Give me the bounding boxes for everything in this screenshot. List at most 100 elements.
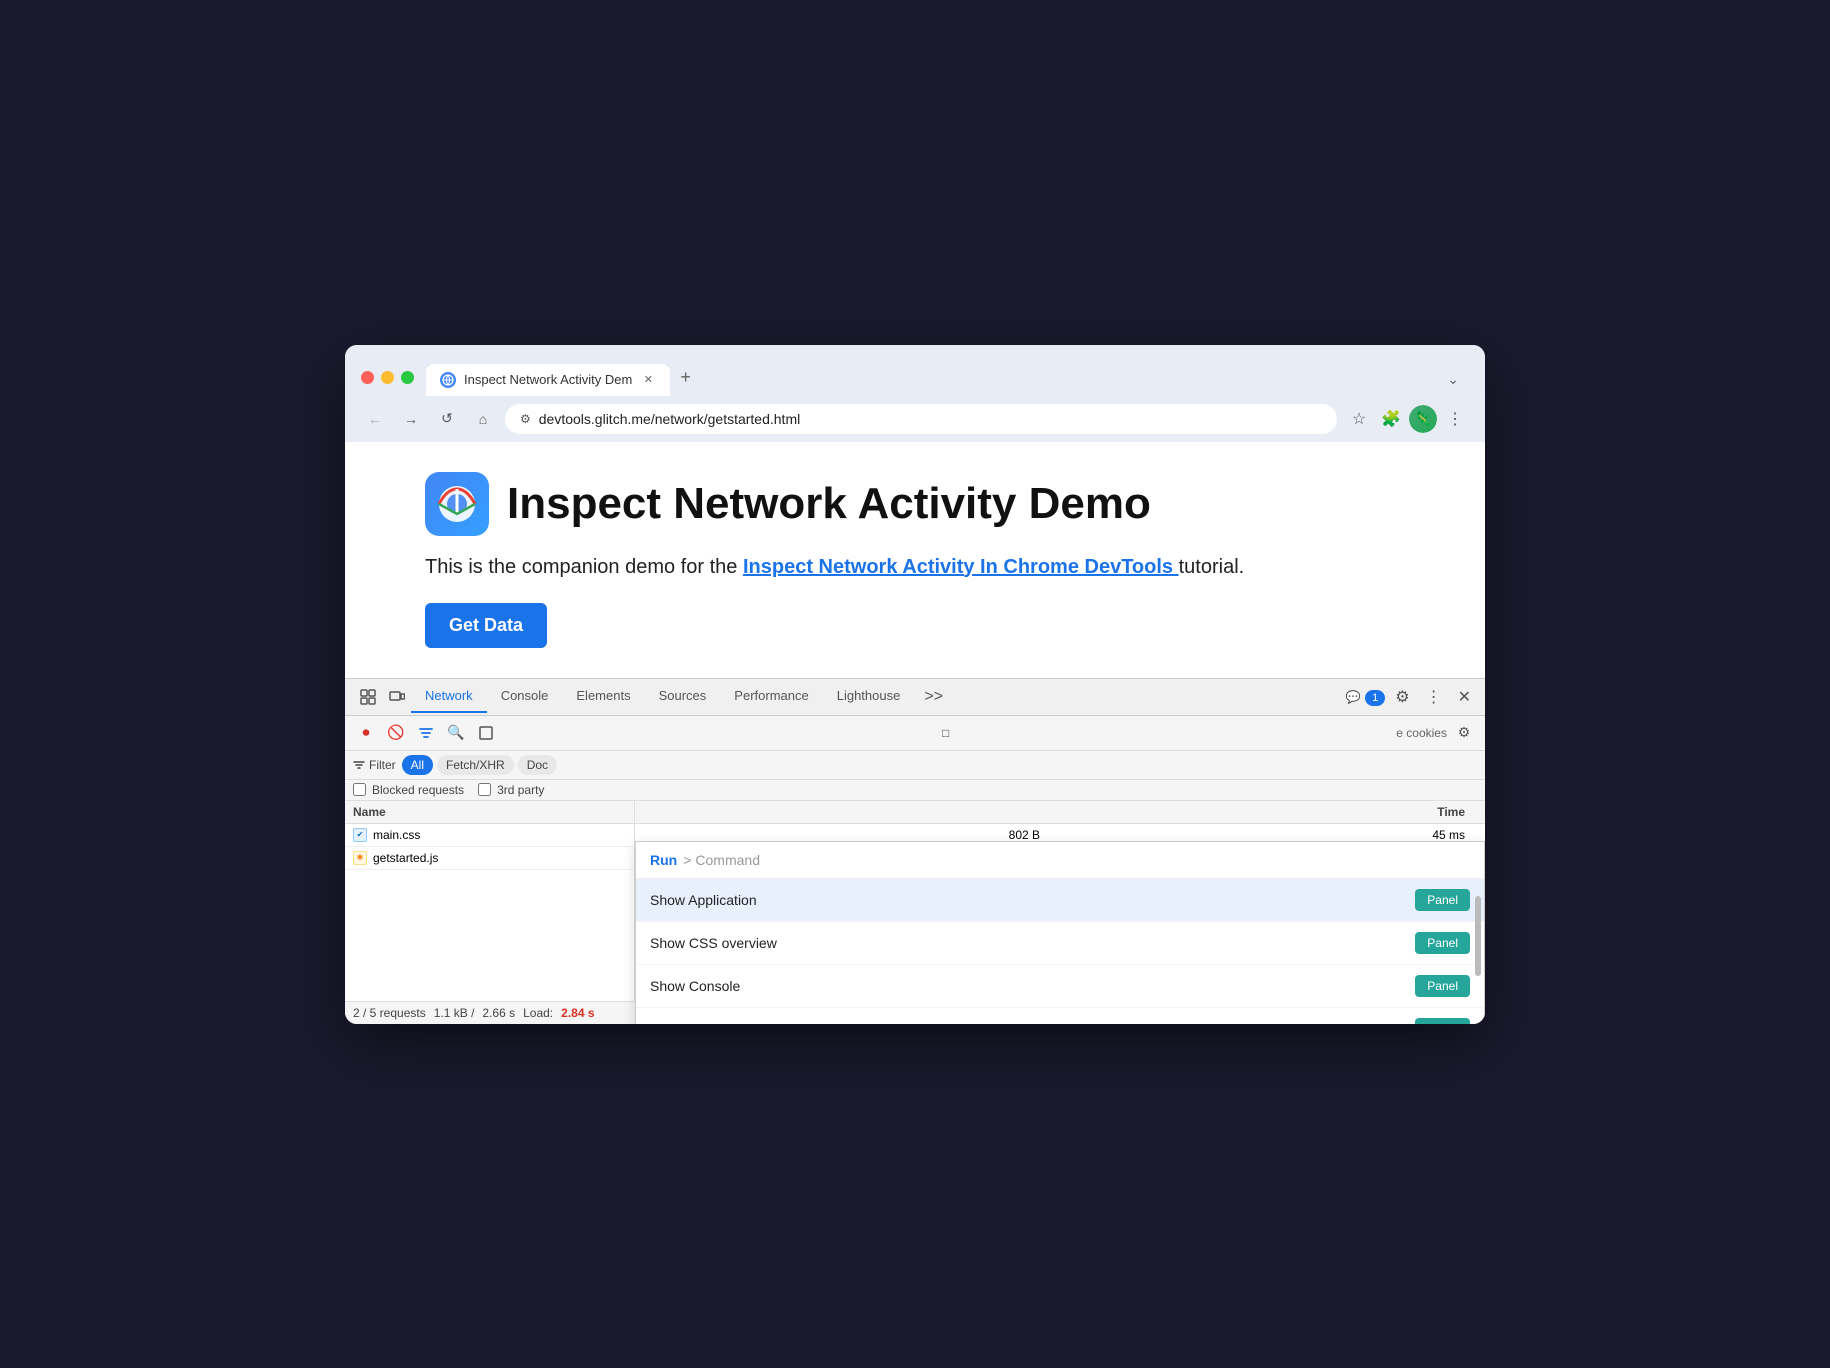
record-button[interactable]: ⏺	[353, 720, 379, 746]
tab-network[interactable]: Network	[411, 680, 487, 713]
page-content: Inspect Network Activity Demo This is th…	[345, 442, 1485, 678]
filter-chip-doc[interactable]: Doc	[518, 755, 557, 775]
tab-console[interactable]: Console	[487, 680, 563, 713]
transfer-size: 1.1 kB /	[434, 1006, 475, 1020]
name-column-header: Name	[345, 801, 634, 824]
more-tabs-button[interactable]: >>	[914, 680, 953, 714]
command-palette: Run > Command Show Application Panel Sho…	[635, 841, 1485, 1024]
cp-panel-btn-2[interactable]: Panel	[1415, 975, 1470, 997]
command-palette-scrollbar[interactable]	[1474, 892, 1482, 1024]
filter-chips: All Fetch/XHR Doc	[402, 755, 557, 775]
blocked-requests-label: Blocked requests	[372, 783, 464, 797]
inspect-element-icon[interactable]	[353, 680, 383, 714]
cp-item-label-2: Show Console	[650, 978, 1415, 994]
network-main-header: Time	[635, 801, 1485, 824]
command-palette-header: Run > Command	[636, 842, 1484, 879]
list-item[interactable]: Show Console Panel	[636, 965, 1484, 1008]
devtools-close-button[interactable]: ✕	[1452, 679, 1477, 715]
address-bar[interactable]: ⚙	[505, 404, 1337, 434]
blocked-requests-row: Blocked requests 3rd party	[345, 780, 1485, 801]
filter-chip-all[interactable]: All	[402, 755, 433, 775]
console-badge-count: 1	[1365, 690, 1385, 706]
screenshot-button[interactable]	[473, 720, 499, 746]
title-bar: Inspect Network Activity Dem ✕ + ⌄	[345, 345, 1485, 396]
network-settings-icon: ⚙	[1458, 724, 1471, 741]
nav-bar: ← → ↺ ⌂ ⚙ ☆ 🧩 🦎 ⋮	[345, 396, 1485, 442]
active-tab[interactable]: Inspect Network Activity Dem ✕	[426, 364, 670, 396]
page-title: Inspect Network Activity Demo	[507, 479, 1151, 529]
third-party-label: 3rd party	[497, 783, 544, 797]
forward-button[interactable]: →	[397, 405, 425, 433]
chrome-menu-button[interactable]: ⋮	[1441, 405, 1469, 433]
list-item[interactable]: Show CSS overview Panel	[636, 922, 1484, 965]
clear-button[interactable]: 🚫	[383, 720, 409, 746]
device-toggle-icon[interactable]	[383, 681, 411, 713]
cp-item-label-0: Show Application	[650, 892, 1415, 908]
list-item[interactable]: Show Application Panel	[636, 879, 1484, 922]
minimize-button[interactable]	[381, 371, 394, 384]
scrollbar-thumb	[1475, 896, 1481, 976]
filter-chip-fetch-xhr[interactable]: Fetch/XHR	[437, 755, 514, 775]
new-tab-button[interactable]: +	[670, 359, 701, 396]
cp-panel-btn-3[interactable]: Panel	[1415, 1018, 1470, 1024]
table-row[interactable]: ✱ getstarted.js	[345, 847, 634, 870]
bookmark-button[interactable]: ☆	[1345, 405, 1373, 433]
network-sidebar: Name ✔ main.css ✱ getstarted.js	[345, 801, 635, 1001]
home-button[interactable]: ⌂	[469, 405, 497, 433]
tabs-dropdown-button[interactable]: ⌄	[1437, 363, 1469, 396]
description-prefix: This is the companion demo for the	[425, 556, 743, 578]
search-button[interactable]: 🔍	[443, 720, 469, 746]
description-suffix: tutorial.	[1179, 556, 1245, 578]
blocked-requests-checkbox[interactable]	[353, 783, 366, 796]
refresh-button[interactable]: ↺	[433, 405, 461, 433]
cp-panel-btn-1[interactable]: Panel	[1415, 932, 1470, 954]
close-button[interactable]	[361, 371, 374, 384]
devtools-more-button[interactable]: ⋮	[1420, 679, 1448, 715]
page-header: Inspect Network Activity Demo	[425, 472, 1405, 536]
time-value-0: 45 ms	[1432, 828, 1465, 842]
list-item[interactable]: Show Elements Panel	[636, 1008, 1484, 1024]
js-file-icon: ✱	[353, 851, 367, 865]
requests-count: 2 / 5 requests	[353, 1006, 426, 1020]
filter-label: Filter	[353, 758, 396, 772]
filter-text: Filter	[369, 758, 396, 772]
network-toolbar: ⏺ 🚫 🔍 □ e cookies ⚙	[345, 716, 1485, 751]
devtools-settings-button[interactable]: ⚙	[1389, 679, 1415, 715]
network-filter-bar: Filter All Fetch/XHR Doc	[345, 751, 1485, 780]
page-description: This is the companion demo for the Inspe…	[425, 556, 1405, 579]
cp-panel-btn-0[interactable]: Panel	[1415, 889, 1470, 911]
address-security-icon: ⚙	[520, 412, 531, 426]
cp-placeholder: Command	[695, 852, 760, 868]
file-name-css: main.css	[373, 828, 420, 842]
tab-sources[interactable]: Sources	[645, 680, 721, 713]
cookies-hint: e cookies	[1396, 726, 1447, 740]
address-input[interactable]	[539, 411, 1322, 427]
devtools-panel: Network Console Elements Sources Perform…	[345, 678, 1485, 1024]
run-label[interactable]: Run	[650, 852, 677, 868]
disable-cache-checkbox[interactable]: □	[942, 726, 953, 740]
profile-avatar[interactable]: 🦎	[1409, 405, 1437, 433]
network-settings-button[interactable]: ⚙	[1451, 720, 1477, 746]
finish-time: 2.66 s	[482, 1006, 515, 1020]
cp-arrow: >	[683, 852, 691, 868]
console-badge: 💬 1	[1346, 688, 1386, 706]
filter-toggle-button[interactable]	[413, 720, 439, 746]
traffic-lights	[361, 371, 414, 384]
third-party-checkbox[interactable]	[478, 783, 491, 796]
back-button[interactable]: ←	[361, 405, 389, 433]
table-row[interactable]: ✔ main.css	[345, 824, 634, 847]
extensions-button[interactable]: 🧩	[1377, 405, 1405, 433]
tab-elements[interactable]: Elements	[562, 680, 644, 713]
get-data-button[interactable]: Get Data	[425, 603, 547, 648]
tab-title: Inspect Network Activity Dem	[464, 372, 632, 387]
cp-item-label-3: Show Elements	[650, 1021, 1415, 1024]
tab-lighthouse[interactable]: Lighthouse	[823, 680, 915, 713]
tabs-bar: Inspect Network Activity Dem ✕ + ⌄	[426, 359, 1469, 396]
browser-window: Inspect Network Activity Dem ✕ + ⌄ ← → ↺…	[345, 345, 1485, 1024]
maximize-button[interactable]	[401, 371, 414, 384]
tutorial-link[interactable]: Inspect Network Activity In Chrome DevTo…	[743, 556, 1179, 578]
tab-performance[interactable]: Performance	[720, 680, 822, 713]
load-time: 2.84 s	[561, 1006, 594, 1020]
nav-actions: ☆ 🧩 🦎 ⋮	[1345, 405, 1469, 433]
tab-close-button[interactable]: ✕	[640, 372, 656, 388]
